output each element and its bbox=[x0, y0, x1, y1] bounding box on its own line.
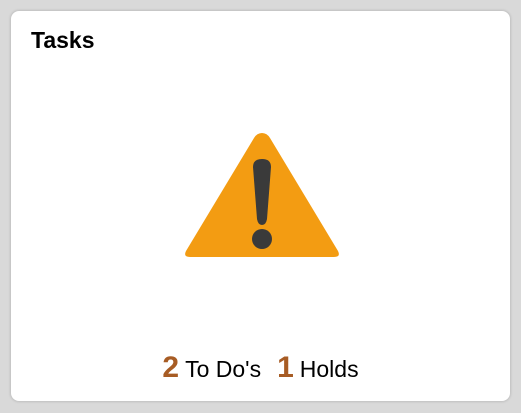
tile-title: Tasks bbox=[31, 27, 95, 53]
holds-label: Holds bbox=[299, 356, 359, 382]
exclamation-dot bbox=[252, 229, 272, 249]
tasks-summary: 2 To Do's 1 Holds bbox=[11, 353, 510, 383]
holds-count: 1 bbox=[277, 351, 294, 384]
todo-label: To Do's bbox=[185, 356, 262, 382]
warning-icon bbox=[185, 133, 339, 257]
tasks-tile[interactable]: Tasks 2 To Do's 1 Holds bbox=[11, 11, 510, 401]
todo-count: 2 bbox=[162, 351, 180, 384]
page-background: Tasks 2 To Do's 1 Holds bbox=[0, 0, 521, 413]
